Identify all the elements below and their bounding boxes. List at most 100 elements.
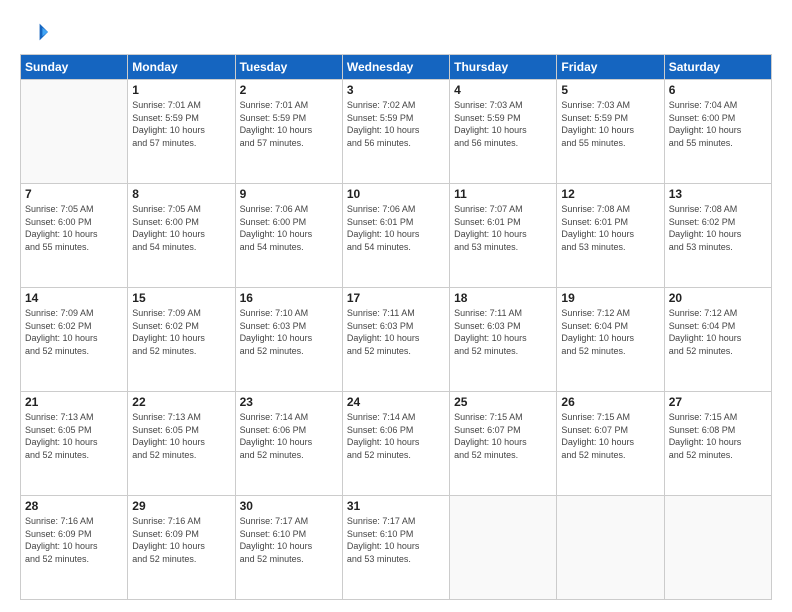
day-number: 28 [25, 499, 123, 513]
calendar-cell: 25 Sunrise: 7:15 AM Sunset: 6:07 PM Dayli… [450, 392, 557, 496]
day-number: 25 [454, 395, 552, 409]
day-number: 21 [25, 395, 123, 409]
week-row-3: 14 Sunrise: 7:09 AM Sunset: 6:02 PM Dayli… [21, 288, 772, 392]
calendar-cell: 22 Sunrise: 7:13 AM Sunset: 6:05 PM Dayli… [128, 392, 235, 496]
cell-info: Sunrise: 7:13 AM Sunset: 6:05 PM Dayligh… [132, 411, 230, 461]
day-number: 17 [347, 291, 445, 305]
cell-info: Sunrise: 7:05 AM Sunset: 6:00 PM Dayligh… [25, 203, 123, 253]
calendar-cell: 4 Sunrise: 7:03 AM Sunset: 5:59 PM Daylig… [450, 80, 557, 184]
cell-info: Sunrise: 7:17 AM Sunset: 6:10 PM Dayligh… [347, 515, 445, 565]
calendar-cell: 24 Sunrise: 7:14 AM Sunset: 6:06 PM Dayli… [342, 392, 449, 496]
cell-info: Sunrise: 7:14 AM Sunset: 6:06 PM Dayligh… [347, 411, 445, 461]
day-number: 16 [240, 291, 338, 305]
calendar-cell: 14Sunrise: 7:09 AM Sunset: 6:02 PM Dayli… [21, 288, 128, 392]
day-number: 27 [669, 395, 767, 409]
calendar-cell: 11 Sunrise: 7:07 AM Sunset: 6:01 PM Dayli… [450, 184, 557, 288]
cell-info: Sunrise: 7:15 AM Sunset: 6:07 PM Dayligh… [454, 411, 552, 461]
calendar-cell: 1 Sunrise: 7:01 AM Sunset: 5:59 PM Daylig… [128, 80, 235, 184]
day-number: 30 [240, 499, 338, 513]
day-number: 20 [669, 291, 767, 305]
day-number: 29 [132, 499, 230, 513]
weekday-header-thursday: Thursday [450, 55, 557, 80]
cell-info: Sunrise: 7:02 AM Sunset: 5:59 PM Dayligh… [347, 99, 445, 149]
calendar-cell: 12 Sunrise: 7:08 AM Sunset: 6:01 PM Dayli… [557, 184, 664, 288]
calendar-cell: 8Sunrise: 7:05 AM Sunset: 6:00 PM Daylig… [128, 184, 235, 288]
calendar-cell: 31 Sunrise: 7:17 AM Sunset: 6:10 PM Dayli… [342, 496, 449, 600]
cell-info: Sunrise: 7:07 AM Sunset: 6:01 PM Dayligh… [454, 203, 552, 253]
page: SundayMondayTuesdayWednesdayThursdayFrid… [0, 0, 792, 612]
cell-info: Sunrise: 7:12 AM Sunset: 6:04 PM Dayligh… [561, 307, 659, 357]
calendar-cell: 21 Sunrise: 7:13 AM Sunset: 6:05 PM Dayli… [21, 392, 128, 496]
calendar-table: SundayMondayTuesdayWednesdayThursdayFrid… [20, 54, 772, 600]
cell-info: Sunrise: 7:15 AM Sunset: 6:08 PM Dayligh… [669, 411, 767, 461]
day-number: 18 [454, 291, 552, 305]
calendar-cell [664, 496, 771, 600]
calendar-cell: 9 Sunrise: 7:06 AM Sunset: 6:00 PM Daylig… [235, 184, 342, 288]
day-number: 13 [669, 187, 767, 201]
day-number: 2 [240, 83, 338, 97]
cell-info: Sunrise: 7:15 AM Sunset: 6:07 PM Dayligh… [561, 411, 659, 461]
day-number: 11 [454, 187, 552, 201]
calendar-cell: 10 Sunrise: 7:06 AM Sunset: 6:01 PM Dayli… [342, 184, 449, 288]
day-number: 9 [240, 187, 338, 201]
cell-info: Sunrise: 7:08 AM Sunset: 6:01 PM Dayligh… [561, 203, 659, 253]
cell-info: Sunrise: 7:17 AM Sunset: 6:10 PM Dayligh… [240, 515, 338, 565]
week-row-2: 7 Sunrise: 7:05 AM Sunset: 6:00 PM Daylig… [21, 184, 772, 288]
day-number: 22 [132, 395, 230, 409]
cell-info: Sunrise: 7:06 AM Sunset: 6:00 PM Dayligh… [240, 203, 338, 253]
day-number: 6 [669, 83, 767, 97]
day-number: 31 [347, 499, 445, 513]
cell-info: Sunrise: 7:05 AM Sunset: 6:00 PM Dayligh… [132, 203, 230, 253]
logo [20, 18, 52, 46]
calendar-cell: 26Sunrise: 7:15 AM Sunset: 6:07 PM Dayli… [557, 392, 664, 496]
calendar-cell: 7 Sunrise: 7:05 AM Sunset: 6:00 PM Daylig… [21, 184, 128, 288]
day-number: 24 [347, 395, 445, 409]
calendar-cell: 13 Sunrise: 7:08 AM Sunset: 6:02 PM Dayli… [664, 184, 771, 288]
cell-info: Sunrise: 7:16 AM Sunset: 6:09 PM Dayligh… [25, 515, 123, 565]
day-number: 5 [561, 83, 659, 97]
cell-info: Sunrise: 7:10 AM Sunset: 6:03 PM Dayligh… [240, 307, 338, 357]
header [20, 18, 772, 46]
week-row-1: 1 Sunrise: 7:01 AM Sunset: 5:59 PM Daylig… [21, 80, 772, 184]
day-number: 12 [561, 187, 659, 201]
cell-info: Sunrise: 7:13 AM Sunset: 6:05 PM Dayligh… [25, 411, 123, 461]
day-number: 19 [561, 291, 659, 305]
weekday-header-row: SundayMondayTuesdayWednesdayThursdayFrid… [21, 55, 772, 80]
cell-info: Sunrise: 7:04 AM Sunset: 6:00 PM Dayligh… [669, 99, 767, 149]
weekday-header-sunday: Sunday [21, 55, 128, 80]
cell-info: Sunrise: 7:01 AM Sunset: 5:59 PM Dayligh… [132, 99, 230, 149]
weekday-header-saturday: Saturday [664, 55, 771, 80]
calendar-cell: 17Sunrise: 7:11 AM Sunset: 6:03 PM Dayli… [342, 288, 449, 392]
calendar-cell: 16 Sunrise: 7:10 AM Sunset: 6:03 PM Dayli… [235, 288, 342, 392]
cell-info: Sunrise: 7:16 AM Sunset: 6:09 PM Dayligh… [132, 515, 230, 565]
calendar-cell [557, 496, 664, 600]
week-row-5: 28 Sunrise: 7:16 AM Sunset: 6:09 PM Dayli… [21, 496, 772, 600]
cell-info: Sunrise: 7:08 AM Sunset: 6:02 PM Dayligh… [669, 203, 767, 253]
calendar-cell: 15 Sunrise: 7:09 AM Sunset: 6:02 PM Dayli… [128, 288, 235, 392]
day-number: 1 [132, 83, 230, 97]
cell-info: Sunrise: 7:06 AM Sunset: 6:01 PM Dayligh… [347, 203, 445, 253]
cell-info: Sunrise: 7:09 AM Sunset: 6:02 PM Dayligh… [132, 307, 230, 357]
weekday-header-tuesday: Tuesday [235, 55, 342, 80]
cell-info: Sunrise: 7:03 AM Sunset: 5:59 PM Dayligh… [454, 99, 552, 149]
calendar-cell: 5Sunrise: 7:03 AM Sunset: 5:59 PM Daylig… [557, 80, 664, 184]
calendar-cell: 3 Sunrise: 7:02 AM Sunset: 5:59 PM Daylig… [342, 80, 449, 184]
weekday-header-wednesday: Wednesday [342, 55, 449, 80]
calendar-cell [450, 496, 557, 600]
day-number: 7 [25, 187, 123, 201]
calendar-cell [21, 80, 128, 184]
calendar-cell: 2 Sunrise: 7:01 AM Sunset: 5:59 PM Daylig… [235, 80, 342, 184]
cell-info: Sunrise: 7:11 AM Sunset: 6:03 PM Dayligh… [454, 307, 552, 357]
day-number: 15 [132, 291, 230, 305]
calendar-cell: 18 Sunrise: 7:11 AM Sunset: 6:03 PM Dayli… [450, 288, 557, 392]
calendar-cell: 27 Sunrise: 7:15 AM Sunset: 6:08 PM Dayli… [664, 392, 771, 496]
calendar-cell: 30 Sunrise: 7:17 AM Sunset: 6:10 PM Dayli… [235, 496, 342, 600]
day-number: 3 [347, 83, 445, 97]
cell-info: Sunrise: 7:01 AM Sunset: 5:59 PM Dayligh… [240, 99, 338, 149]
calendar-cell: 23Sunrise: 7:14 AM Sunset: 6:06 PM Dayli… [235, 392, 342, 496]
day-number: 23 [240, 395, 338, 409]
day-number: 10 [347, 187, 445, 201]
day-number: 14 [25, 291, 123, 305]
day-number: 4 [454, 83, 552, 97]
calendar-cell: 28 Sunrise: 7:16 AM Sunset: 6:09 PM Dayli… [21, 496, 128, 600]
